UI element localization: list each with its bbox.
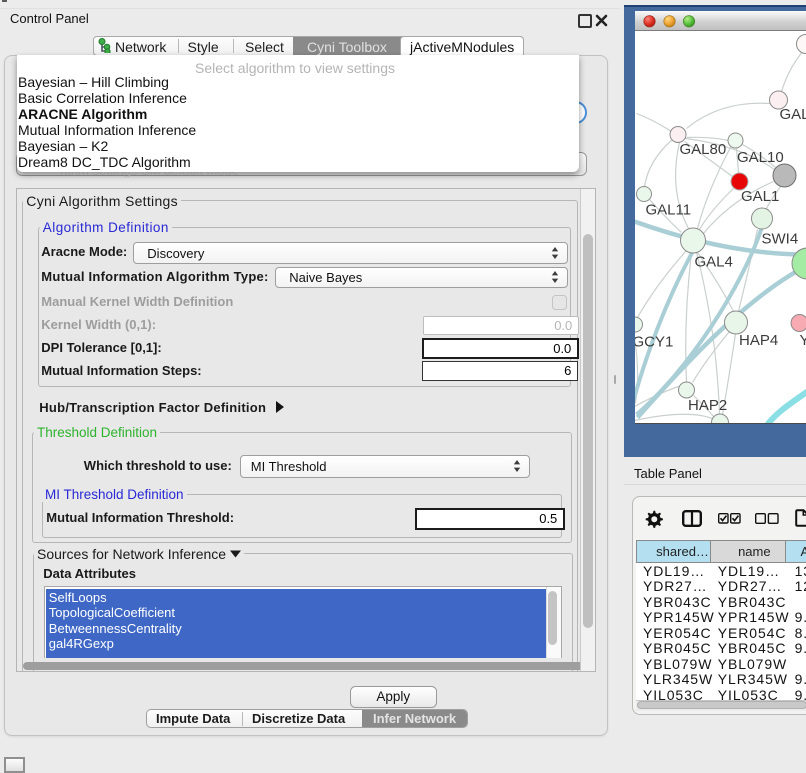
svg-text:GAL1: GAL1	[741, 188, 779, 205]
svg-text:YM: YM	[799, 332, 806, 349]
svg-text:HAP4: HAP4	[739, 332, 778, 349]
svg-text:GAL11: GAL11	[645, 201, 691, 218]
svg-text:SWI4: SWI4	[761, 230, 798, 247]
svg-text:HAP2: HAP2	[688, 397, 727, 414]
svg-text:GAL4: GAL4	[694, 253, 732, 270]
svg-text:GAL80: GAL80	[679, 141, 726, 158]
svg-text:GAL10: GAL10	[737, 149, 784, 166]
svg-text:GCY1: GCY1	[635, 333, 673, 350]
svg-text:GAL7: GAL7	[779, 106, 806, 123]
